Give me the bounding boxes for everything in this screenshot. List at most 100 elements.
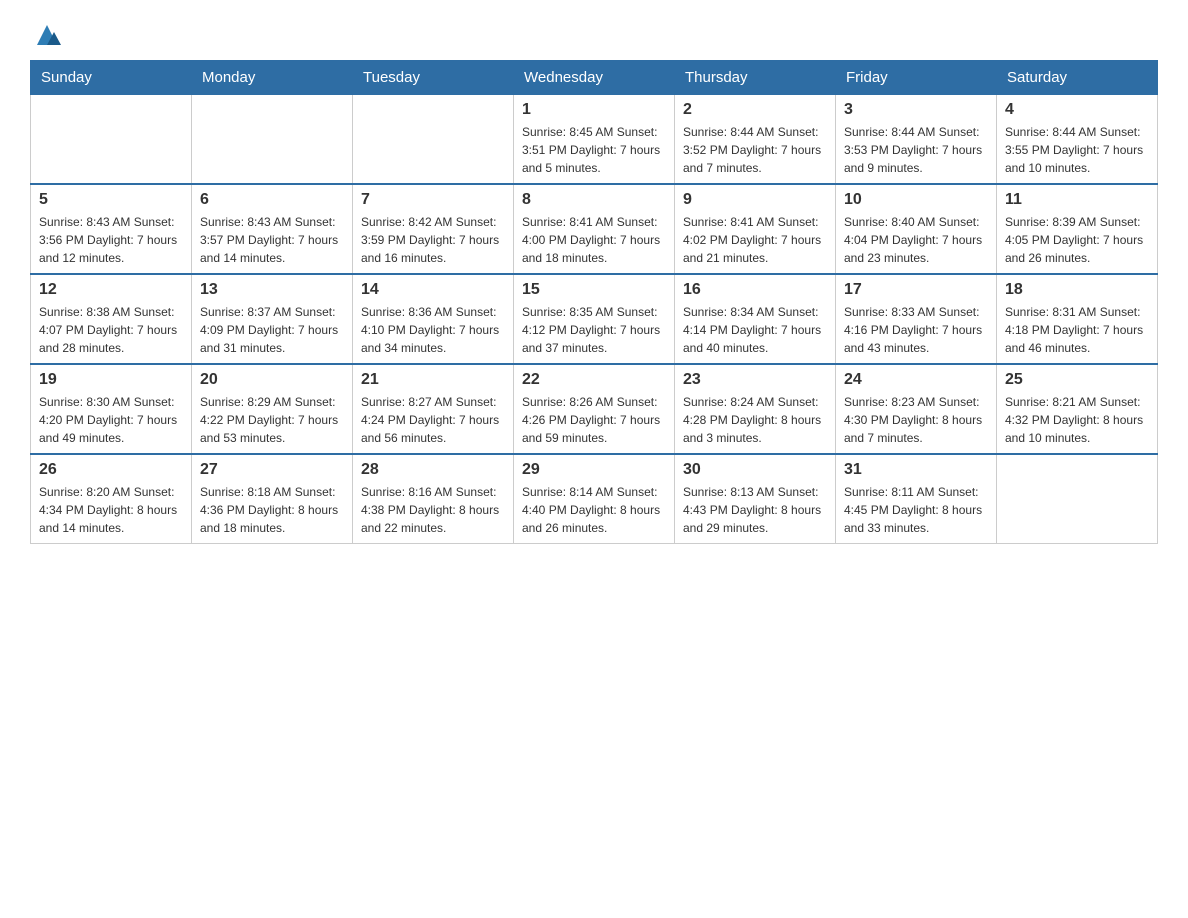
day-number: 16 [683,281,827,299]
calendar-week-row: 26 Sunrise: 8:20 AM Sunset: 4:34 PM Dayli… [31,454,1158,544]
calendar-cell: 6 Sunrise: 8:43 AM Sunset: 3:57 PM Daylig… [192,184,353,274]
day-info: Sunrise: 8:39 AM Sunset: 4:05 PM Dayligh… [1005,213,1149,267]
calendar-cell [997,454,1158,544]
calendar-cell: 14 Sunrise: 8:36 AM Sunset: 4:10 PM Dayli… [353,274,514,364]
weekday-header-saturday: Saturday [997,61,1158,95]
day-info: Sunrise: 8:44 AM Sunset: 3:52 PM Dayligh… [683,123,827,177]
day-info: Sunrise: 8:33 AM Sunset: 4:16 PM Dayligh… [844,303,988,357]
logo [30,20,64,50]
day-info: Sunrise: 8:40 AM Sunset: 4:04 PM Dayligh… [844,213,988,267]
calendar-cell: 10 Sunrise: 8:40 AM Sunset: 4:04 PM Dayli… [836,184,997,274]
calendar-cell: 28Sunrise: 8:16 AM Sunset: 4:38 PM Dayli… [353,454,514,544]
day-number: 5 [39,191,183,209]
day-info: Sunrise: 8:23 AM Sunset: 4:30 PM Dayligh… [844,393,988,447]
calendar-cell: 15 Sunrise: 8:35 AM Sunset: 4:12 PM Dayli… [514,274,675,364]
day-number: 14 [361,281,505,299]
calendar-cell [31,95,192,185]
calendar-cell: 16 Sunrise: 8:34 AM Sunset: 4:14 PM Dayli… [675,274,836,364]
day-number: 26 [39,461,183,479]
day-number: 18 [1005,281,1149,299]
day-info: Sunrise: 8:27 AM Sunset: 4:24 PM Dayligh… [361,393,505,447]
weekday-header-thursday: Thursday [675,61,836,95]
calendar-cell: 5 Sunrise: 8:43 AM Sunset: 3:56 PM Daylig… [31,184,192,274]
calendar-cell: 9 Sunrise: 8:41 AM Sunset: 4:02 PM Daylig… [675,184,836,274]
day-info: Sunrise: 8:43 AM Sunset: 3:57 PM Dayligh… [200,213,344,267]
day-info: Sunrise: 8:44 AM Sunset: 3:55 PM Dayligh… [1005,123,1149,177]
day-info: Sunrise: 8:43 AM Sunset: 3:56 PM Dayligh… [39,213,183,267]
day-info: Sunrise: 8:26 AM Sunset: 4:26 PM Dayligh… [522,393,666,447]
day-number: 13 [200,281,344,299]
day-number: 6 [200,191,344,209]
day-info: Sunrise: 8:35 AM Sunset: 4:12 PM Dayligh… [522,303,666,357]
calendar-cell: 23 Sunrise: 8:24 AM Sunset: 4:28 PM Dayli… [675,364,836,454]
day-number: 8 [522,191,666,209]
weekday-header-sunday: Sunday [31,61,192,95]
calendar-cell: 3 Sunrise: 8:44 AM Sunset: 3:53 PM Daylig… [836,95,997,185]
day-number: 27 [200,461,344,479]
day-info: Sunrise: 8:37 AM Sunset: 4:09 PM Dayligh… [200,303,344,357]
page-header [30,20,1158,50]
calendar-cell: 2 Sunrise: 8:44 AM Sunset: 3:52 PM Daylig… [675,95,836,185]
calendar-cell: 31Sunrise: 8:11 AM Sunset: 4:45 PM Dayli… [836,454,997,544]
calendar-cell: 27Sunrise: 8:18 AM Sunset: 4:36 PM Dayli… [192,454,353,544]
day-number: 31 [844,461,988,479]
calendar-cell: 7 Sunrise: 8:42 AM Sunset: 3:59 PM Daylig… [353,184,514,274]
day-number: 19 [39,371,183,389]
day-number: 30 [683,461,827,479]
day-number: 2 [683,101,827,119]
calendar-cell: 21 Sunrise: 8:27 AM Sunset: 4:24 PM Dayli… [353,364,514,454]
calendar-cell: 26 Sunrise: 8:20 AM Sunset: 4:34 PM Dayli… [31,454,192,544]
calendar-cell: 30Sunrise: 8:13 AM Sunset: 4:43 PM Dayli… [675,454,836,544]
day-number: 17 [844,281,988,299]
calendar-cell: 25 Sunrise: 8:21 AM Sunset: 4:32 PM Dayli… [997,364,1158,454]
day-info: Sunrise: 8:45 AM Sunset: 3:51 PM Dayligh… [522,123,666,177]
calendar-week-row: 19 Sunrise: 8:30 AM Sunset: 4:20 PM Dayli… [31,364,1158,454]
day-number: 21 [361,371,505,389]
calendar-week-row: 5 Sunrise: 8:43 AM Sunset: 3:56 PM Daylig… [31,184,1158,274]
calendar-week-row: 1 Sunrise: 8:45 AM Sunset: 3:51 PM Daylig… [31,95,1158,185]
day-number: 12 [39,281,183,299]
day-number: 15 [522,281,666,299]
day-number: 28 [361,461,505,479]
day-info: Sunrise: 8:41 AM Sunset: 4:02 PM Dayligh… [683,213,827,267]
day-info: Sunrise: 8:24 AM Sunset: 4:28 PM Dayligh… [683,393,827,447]
day-number: 22 [522,371,666,389]
calendar-cell: 18 Sunrise: 8:31 AM Sunset: 4:18 PM Dayli… [997,274,1158,364]
day-number: 4 [1005,101,1149,119]
day-info: Sunrise: 8:29 AM Sunset: 4:22 PM Dayligh… [200,393,344,447]
day-info: Sunrise: 8:14 AM Sunset: 4:40 PM Dayligh… [522,483,666,537]
day-number: 23 [683,371,827,389]
calendar-cell: 13 Sunrise: 8:37 AM Sunset: 4:09 PM Dayli… [192,274,353,364]
calendar-cell: 4 Sunrise: 8:44 AM Sunset: 3:55 PM Daylig… [997,95,1158,185]
day-number: 10 [844,191,988,209]
day-info: Sunrise: 8:21 AM Sunset: 4:32 PM Dayligh… [1005,393,1149,447]
day-info: Sunrise: 8:34 AM Sunset: 4:14 PM Dayligh… [683,303,827,357]
day-number: 11 [1005,191,1149,209]
calendar-cell: 11 Sunrise: 8:39 AM Sunset: 4:05 PM Dayli… [997,184,1158,274]
calendar-cell: 1 Sunrise: 8:45 AM Sunset: 3:51 PM Daylig… [514,95,675,185]
day-number: 1 [522,101,666,119]
day-number: 24 [844,371,988,389]
calendar-cell: 17 Sunrise: 8:33 AM Sunset: 4:16 PM Dayli… [836,274,997,364]
logo-icon [32,20,62,50]
day-info: Sunrise: 8:20 AM Sunset: 4:34 PM Dayligh… [39,483,183,537]
day-info: Sunrise: 8:44 AM Sunset: 3:53 PM Dayligh… [844,123,988,177]
calendar-header-row: SundayMondayTuesdayWednesdayThursdayFrid… [31,61,1158,95]
calendar-cell: 22 Sunrise: 8:26 AM Sunset: 4:26 PM Dayli… [514,364,675,454]
calendar-week-row: 12Sunrise: 8:38 AM Sunset: 4:07 PM Dayli… [31,274,1158,364]
calendar-table: SundayMondayTuesdayWednesdayThursdayFrid… [30,60,1158,544]
day-info: Sunrise: 8:31 AM Sunset: 4:18 PM Dayligh… [1005,303,1149,357]
calendar-cell: 24 Sunrise: 8:23 AM Sunset: 4:30 PM Dayli… [836,364,997,454]
day-number: 7 [361,191,505,209]
day-number: 25 [1005,371,1149,389]
day-info: Sunrise: 8:36 AM Sunset: 4:10 PM Dayligh… [361,303,505,357]
calendar-cell: 20 Sunrise: 8:29 AM Sunset: 4:22 PM Dayli… [192,364,353,454]
calendar-cell [353,95,514,185]
calendar-cell: 19 Sunrise: 8:30 AM Sunset: 4:20 PM Dayli… [31,364,192,454]
day-number: 9 [683,191,827,209]
calendar-cell [192,95,353,185]
day-info: Sunrise: 8:42 AM Sunset: 3:59 PM Dayligh… [361,213,505,267]
day-number: 20 [200,371,344,389]
day-number: 3 [844,101,988,119]
day-info: Sunrise: 8:30 AM Sunset: 4:20 PM Dayligh… [39,393,183,447]
